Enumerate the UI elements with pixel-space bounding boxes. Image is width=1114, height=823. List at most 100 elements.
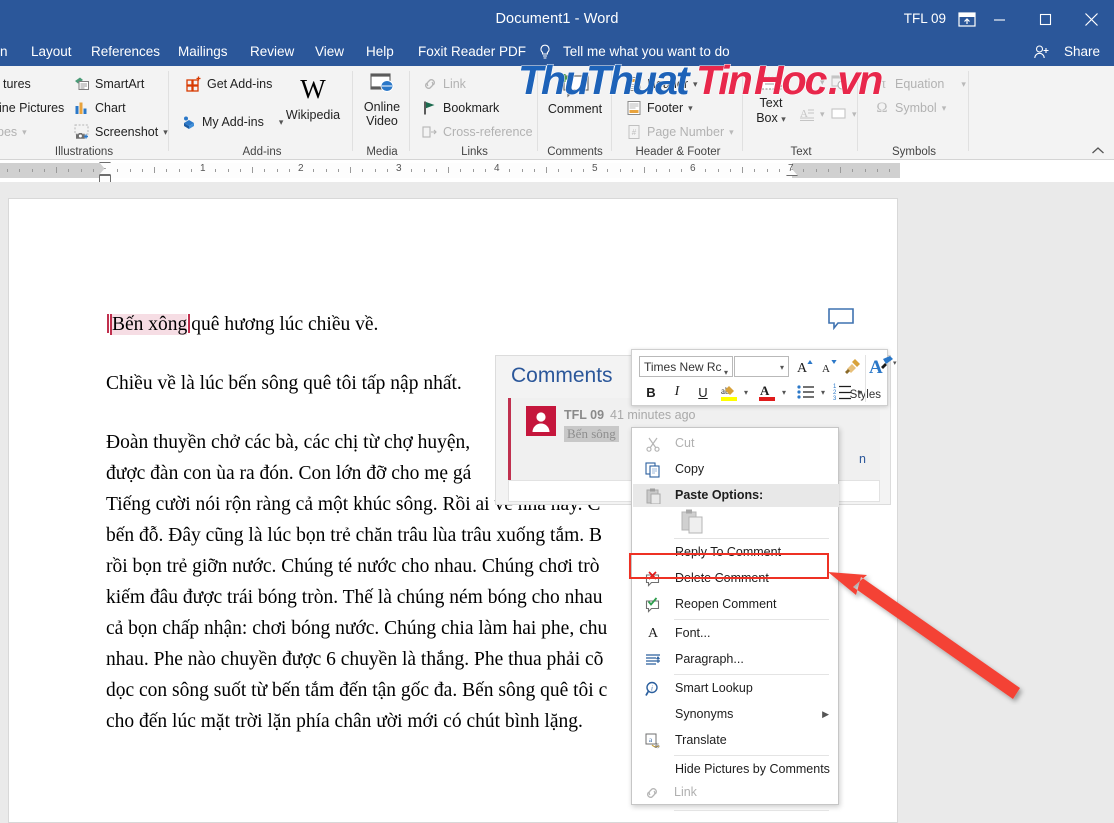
minimize-icon[interactable]: [976, 0, 1022, 38]
tab-help[interactable]: Help: [366, 38, 394, 66]
ruler-tick: [435, 169, 437, 172]
ribbon-display-options-icon[interactable]: [956, 10, 978, 30]
tell-me-input[interactable]: Tell me what you want to do: [563, 38, 730, 66]
italic-button[interactable]: I: [666, 381, 688, 403]
account-name[interactable]: TFL 09: [904, 11, 946, 26]
ruler-tick: [656, 169, 658, 172]
tab-home-clipped[interactable]: n: [0, 38, 8, 66]
shrink-font-icon[interactable]: A: [818, 355, 840, 377]
commented-text[interactable]: Bến xông: [110, 314, 188, 335]
underline-button[interactable]: U: [692, 381, 714, 403]
ribbon-group-label: Links: [461, 146, 488, 158]
share-button[interactable]: Share: [1064, 38, 1100, 66]
tab-mailings[interactable]: Mailings: [178, 38, 228, 66]
ribbon-item-label: Equation: [895, 77, 945, 91]
ribbon-item-text-box[interactable]: Text Box ▾: [747, 74, 795, 127]
tab-review[interactable]: Review: [250, 38, 294, 66]
context-menu-item-copy[interactable]: Copy: [633, 458, 839, 481]
highlight-chevron-down-icon[interactable]: ▾: [740, 383, 752, 401]
ruler-tick: [31, 169, 33, 172]
ribbon-item-chart[interactable]: Chart: [74, 100, 126, 116]
context-menu-item-delete-comment[interactable]: Delete Comment: [633, 567, 839, 590]
close-icon[interactable]: [1068, 0, 1114, 38]
comment-text[interactable]: Bến sông: [564, 426, 619, 442]
ruler-number: 6: [690, 163, 696, 174]
ribbon-item-label: Online Video: [363, 100, 401, 128]
paste-keep-source-icon[interactable]: [680, 508, 710, 536]
doc-line: cả bọn chấp nhận: chơi bóng nước. Chúng …: [106, 618, 608, 639]
comment-reply-link[interactable]: n: [859, 452, 866, 466]
font-color-chevron-down-icon[interactable]: ▾: [778, 383, 790, 401]
ruler-tick: [521, 169, 523, 172]
bullets-chevron-down-icon[interactable]: ▾: [817, 383, 829, 401]
tab-references[interactable]: References: [91, 38, 160, 66]
context-menu: Cut Copy Paste Options: Reply To Comment…: [631, 427, 839, 811]
context-menu-item-paragraph[interactable]: Paragraph...: [633, 648, 839, 671]
collapse-ribbon-icon[interactable]: [1091, 143, 1105, 154]
ribbon-item-label: SmartArt: [95, 77, 145, 91]
tab-foxit-reader-pdf[interactable]: Foxit Reader PDF: [418, 38, 526, 66]
context-menu-label: Paragraph...: [675, 652, 744, 666]
ruler-tick: [252, 167, 253, 173]
share-person-icon[interactable]: [1033, 44, 1050, 61]
grow-font-icon[interactable]: A: [794, 355, 816, 377]
font-size-combobox[interactable]: ▾: [734, 356, 789, 377]
ruler-tick: [56, 167, 57, 173]
ribbon-item-smartart[interactable]: SmartArt: [74, 76, 144, 92]
ruler-tick: [644, 167, 645, 173]
ribbon-item-my-addins[interactable]: My Add-ins ▾: [181, 114, 283, 130]
ribbon-item-pictures[interactable]: tures: [0, 76, 31, 92]
ribbon-item-header[interactable]: Header ▾: [626, 76, 698, 92]
ruler-tick: [840, 167, 841, 173]
context-menu-item-font[interactable]: A Font...: [633, 622, 839, 645]
horizontal-ruler[interactable]: 1234567: [0, 160, 1114, 183]
font-color-icon[interactable]: A: [756, 381, 778, 403]
ribbon-item-online-video[interactable]: Online Video: [355, 72, 409, 128]
styles-gallery-icon[interactable]: A ▾: [868, 353, 900, 379]
ribbon-item-get-addins[interactable]: Get Add-ins: [186, 76, 272, 92]
ruler-tick: [717, 169, 719, 172]
ruler-tick: [876, 169, 878, 172]
ribbon-group-label: Add-ins: [242, 146, 282, 158]
paragraph-1-rest: quê hương lúc chiều về.: [191, 314, 379, 335]
font-name-combobox[interactable]: Times New Rc ▾: [639, 356, 733, 377]
ribbon-item-wikipedia[interactable]: W Wikipedia: [275, 74, 351, 122]
chevron-down-icon: ▾: [22, 126, 27, 137]
ribbon-group-label: Media: [366, 146, 398, 158]
bold-button[interactable]: B: [640, 381, 662, 403]
ribbon-group-addins: Get Add-ins My Add-ins ▾ W Wikipedia Add…: [172, 66, 353, 160]
screenshot-icon: [74, 124, 90, 140]
tab-view[interactable]: View: [315, 38, 344, 66]
ribbon-item-label: Cross-reference: [443, 125, 533, 139]
word-window: Document1 - Word TFL 09 n Layout Referen…: [0, 0, 1114, 823]
ribbon-item-bookmark[interactable]: Bookmark: [422, 100, 499, 116]
context-menu-item-reopen-comment[interactable]: Reopen Comment: [633, 593, 839, 616]
ribbon-item-link: Link: [422, 76, 466, 92]
context-menu-item-smart-lookup[interactable]: i Smart Lookup: [633, 677, 839, 700]
mini-formatting-toolbar: Times New Rc ▾ ▾ A A A▾ B I U ab ▾ A ▾: [631, 349, 897, 406]
chevron-down-icon: ▾: [723, 368, 728, 377]
context-menu-item-translate[interactable]: aあ Translate: [633, 729, 839, 752]
ribbon-item-footer[interactable]: Footer ▾: [626, 100, 693, 116]
ribbon-item-screenshot[interactable]: Screenshot ▾: [74, 124, 168, 140]
comment-balloon-icon[interactable]: [828, 308, 854, 331]
chevron-down-icon: ▾: [941, 102, 947, 113]
comments-pane-title: Comments: [511, 364, 613, 387]
ruler-tick: [374, 169, 376, 172]
context-menu-item-hide-pictures-by-comments[interactable]: Hide Pictures by Comments: [633, 758, 839, 781]
ribbon-item-online-pictures[interactable]: ine Pictures: [0, 100, 64, 116]
context-menu-item-synonyms[interactable]: Synonyms ▶: [633, 703, 839, 726]
object-icon: [831, 106, 847, 122]
context-menu-item-reply-to-comment[interactable]: Reply To Comment: [633, 541, 839, 564]
ruler-number: 5: [592, 163, 598, 174]
comment-timestamp: 41 minutes ago: [610, 408, 696, 422]
ribbon-item-drop-cap: A ▾: [799, 106, 825, 122]
format-painter-icon[interactable]: [842, 355, 864, 377]
ribbon-item-label: Link: [443, 77, 466, 91]
text-highlight-color-icon[interactable]: ab: [718, 381, 740, 403]
tab-layout[interactable]: Layout: [31, 38, 72, 66]
bullets-icon[interactable]: [795, 381, 817, 403]
ribbon-item-wordart: A ▾: [799, 74, 825, 90]
maximize-icon[interactable]: [1022, 0, 1068, 38]
ribbon-item-new-comment[interactable]: Comment: [539, 72, 611, 116]
